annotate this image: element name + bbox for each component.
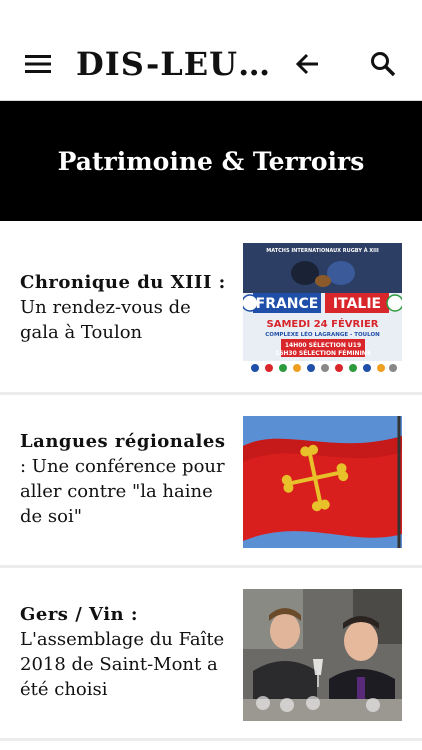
section-title: Patrimoine & Terroirs (57, 146, 365, 176)
article-card-gers-vin[interactable]: Gers / Vin : L'assemblage du Faîte 2018 … (0, 568, 422, 741)
article-category: Gers / Vin : (20, 604, 139, 625)
app-header: DIS-LEU… (0, 0, 422, 101)
poster-top-text: MATCHS INTERNATIONAUX RUGBY À XIII (266, 247, 379, 254)
article-title: : Une conférence pour aller contre "la h… (20, 456, 225, 527)
article-card-langues-regionales[interactable]: Langues régionales : Une conférence pour… (0, 395, 422, 568)
article-category: Langues régionales (20, 431, 226, 452)
article-card-chronique-xiii[interactable]: Chronique du XIII : Un rendez-vous de ga… (0, 222, 422, 395)
article-title: Un rendez-vous de gala à Toulon (20, 297, 191, 343)
article-title: L'assemblage du Faîte 2018 de Saint-Mont… (20, 629, 225, 700)
section-banner: Patrimoine & Terroirs (0, 101, 422, 221)
poster-venue: COMPLEXE LÉO LAGRANGE - TOULON (265, 330, 380, 338)
article-headline: Langues régionales : Une conférence pour… (20, 429, 226, 529)
wine-tasting-photo (243, 589, 402, 721)
poster-date: SAMEDI 24 FÉVRIER (267, 317, 379, 330)
menu-button[interactable] (18, 44, 58, 84)
poster-line1: 14H00 SÉLECTION U19 (285, 341, 361, 349)
back-button[interactable] (288, 44, 328, 84)
app-logo[interactable]: DIS-LEU… (76, 42, 276, 86)
article-thumbnail[interactable] (243, 416, 402, 548)
article-list: Chronique du XIII : Un rendez-vous de ga… (0, 222, 422, 741)
article-headline: Gers / Vin : L'assemblage du Faîte 2018 … (20, 602, 226, 702)
occitan-flag-image (243, 416, 402, 548)
article-category: Chronique du XIII : (20, 272, 226, 293)
poster-team-b: ITALIE (333, 296, 381, 312)
article-thumbnail[interactable]: MATCHS INTERNATIONAUX RUGBY À XIII FRANC… (243, 243, 402, 375)
poster-line2: 15H30 SÉLECTION FÉMININE (275, 349, 371, 357)
search-icon (371, 52, 396, 77)
search-button[interactable] (363, 44, 403, 84)
arrow-left-icon (296, 53, 318, 75)
article-headline: Chronique du XIII : Un rendez-vous de ga… (20, 270, 226, 345)
article-thumbnail[interactable] (243, 589, 402, 721)
rugby-poster-image: MATCHS INTERNATIONAUX RUGBY À XIII FRANC… (243, 243, 402, 375)
hamburger-menu-icon (25, 55, 51, 73)
poster-team-a: FRANCE (256, 296, 319, 312)
